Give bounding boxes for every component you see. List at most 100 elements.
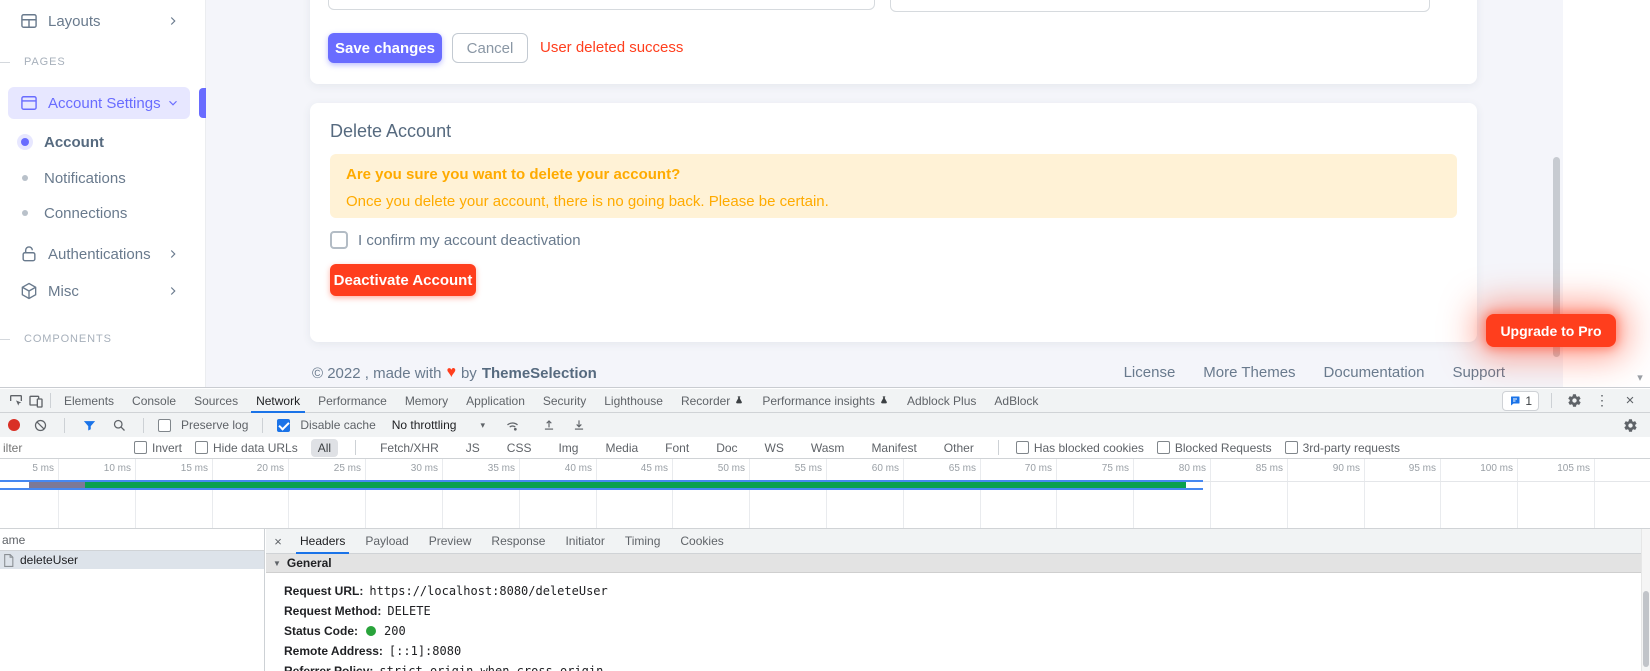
hide-data-urls-checkbox[interactable]: Hide data URLs — [195, 441, 298, 455]
details-tab-response[interactable]: Response — [481, 529, 555, 554]
warning-body: Once you delete your account, there is n… — [346, 193, 829, 210]
separator — [50, 393, 51, 408]
filter-funnel-icon[interactable] — [79, 415, 99, 435]
filter-type-js[interactable]: JS — [459, 439, 487, 457]
sidebar-item-account-settings[interactable]: Account Settings — [0, 86, 206, 120]
general-row-remote-address: Remote Address: [::1]:8080 — [284, 644, 462, 658]
filter-type-img[interactable]: Img — [551, 439, 585, 457]
devtools-tab-application[interactable]: Application — [457, 389, 534, 413]
close-details-icon[interactable]: × — [266, 534, 290, 549]
details-tab-cookies[interactable]: Cookies — [670, 529, 733, 554]
page-scrollbar-down-arrow[interactable]: ▾ — [1633, 371, 1647, 385]
device-toolbar-icon[interactable] — [26, 391, 46, 411]
preserve-log-label[interactable]: Preserve log — [181, 418, 248, 432]
chevron-down-icon — [166, 96, 180, 110]
footer-link-support[interactable]: Support — [1452, 364, 1505, 381]
has-blocked-cookies-checkbox[interactable]: Has blocked cookies — [1015, 441, 1144, 455]
details-tab-initiator[interactable]: Initiator — [555, 529, 614, 554]
devtools-tab-memory[interactable]: Memory — [396, 389, 457, 413]
devtools-tab-performance-insights[interactable]: Performance insights — [753, 389, 898, 413]
general-row-status-code: Status Code: 200 — [284, 624, 406, 638]
import-har-icon[interactable] — [539, 415, 559, 435]
invert-filter-checkbox[interactable]: Invert — [134, 441, 182, 455]
filter-type-fetch-xhr[interactable]: Fetch/XHR — [373, 439, 446, 457]
record-network-log-icon[interactable] — [8, 419, 20, 431]
devtools-tab-recorder[interactable]: Recorder — [672, 389, 753, 413]
devtools-tab-adblock[interactable]: AdBlock — [985, 389, 1047, 413]
filter-type-doc[interactable]: Doc — [709, 439, 744, 457]
devtools-tab-lighthouse[interactable]: Lighthouse — [595, 389, 672, 413]
disable-cache-checkbox[interactable] — [277, 418, 291, 432]
filter-type-css[interactable]: CSS — [500, 439, 539, 457]
separator — [1551, 393, 1552, 408]
filter-type-ws[interactable]: WS — [758, 439, 791, 457]
throttling-dropdown[interactable]: No throttling ▾ — [392, 418, 485, 432]
devtools-tab-elements[interactable]: Elements — [55, 389, 123, 413]
third-party-requests-checkbox[interactable]: 3rd-party requests — [1284, 441, 1400, 455]
devtools-tab-sources[interactable]: Sources — [185, 389, 247, 413]
overview-waterfall-bar[interactable] — [0, 480, 1203, 490]
filter-type-other[interactable]: Other — [937, 439, 981, 457]
footer-link-more-themes[interactable]: More Themes — [1203, 364, 1295, 381]
footer-link-license[interactable]: License — [1124, 364, 1176, 381]
upgrade-to-pro-button[interactable]: Upgrade to Pro — [1486, 314, 1616, 347]
inspect-element-icon[interactable] — [6, 391, 26, 411]
general-row-request-url: Request URL: https://localhost:8080/dele… — [284, 584, 608, 598]
sidebar-item-notifications[interactable]: Notifications — [0, 161, 206, 195]
search-icon[interactable] — [109, 415, 129, 435]
devtools-tab-performance[interactable]: Performance — [309, 389, 396, 413]
details-tab-headers[interactable]: Headers — [290, 529, 355, 554]
devtools-tab-adblock-plus[interactable]: Adblock Plus — [898, 389, 985, 413]
sidebar-item-account[interactable]: Account — [0, 125, 206, 159]
timeline-tick: 5 ms — [32, 463, 54, 474]
details-tab-payload[interactable]: Payload — [355, 529, 418, 554]
chevron-right-icon — [166, 247, 180, 261]
deactivate-account-button[interactable]: Deactivate Account — [330, 264, 476, 296]
filter-type-all[interactable]: All — [310, 438, 339, 457]
overview-request-segment — [29, 482, 85, 488]
timeline-tick: 30 ms — [410, 463, 438, 474]
filter-type-wasm[interactable]: Wasm — [804, 439, 852, 457]
sidebar-item-misc[interactable]: Misc — [0, 274, 206, 308]
details-tab-preview[interactable]: Preview — [419, 529, 482, 554]
confirm-checkbox[interactable] — [330, 231, 348, 249]
issues-counter-button[interactable]: 1 — [1502, 390, 1539, 411]
devtools-tab-network[interactable]: Network — [247, 389, 309, 413]
blocked-requests-checkbox[interactable]: Blocked Requests — [1156, 441, 1272, 455]
filter-type-media[interactable]: Media — [598, 439, 645, 457]
delete-account-card: Delete Account Are you sure you want to … — [310, 103, 1477, 342]
general-section-header[interactable]: ▼ General — [266, 554, 1641, 573]
form-input-left[interactable] — [328, 0, 875, 10]
preserve-log-checkbox[interactable] — [158, 418, 171, 432]
network-conditions-icon[interactable] — [503, 415, 523, 435]
devtools-scrollbar-thumb[interactable] — [1643, 591, 1649, 667]
filter-type-font[interactable]: Font — [658, 439, 696, 457]
timeline-tick: 60 ms — [871, 463, 899, 474]
close-devtools-icon[interactable]: × — [1620, 391, 1640, 411]
form-input-right[interactable] — [890, 0, 1430, 12]
save-button[interactable]: Save changes — [328, 33, 442, 63]
details-tab-timing[interactable]: Timing — [615, 529, 671, 554]
settings-gear-icon[interactable] — [1564, 391, 1584, 411]
brand-link[interactable]: ThemeSelection — [482, 365, 597, 382]
name-column-header[interactable]: ame — [0, 529, 264, 551]
clear-network-log-icon[interactable] — [30, 415, 50, 435]
network-settings-gear-icon[interactable] — [1620, 415, 1640, 435]
sidebar-item-layouts[interactable]: Layouts — [0, 4, 206, 38]
devtools-tab-console[interactable]: Console — [123, 389, 185, 413]
export-har-icon[interactable] — [569, 415, 589, 435]
filter-input[interactable] — [0, 438, 126, 457]
request-details-panel: × Headers Payload Preview Response Initi… — [266, 529, 1641, 671]
kebab-menu-icon[interactable]: ⋮ — [1592, 391, 1612, 411]
timeline-tick: 65 ms — [948, 463, 976, 474]
request-row-deleteuser[interactable]: deleteUser — [0, 551, 264, 569]
devtools-tab-security[interactable]: Security — [534, 389, 595, 413]
sidebar-item-label: Notifications — [44, 169, 126, 187]
sidebar-item-authentications[interactable]: Authentications — [0, 237, 206, 271]
cancel-button[interactable]: Cancel — [452, 33, 528, 63]
footer-link-documentation[interactable]: Documentation — [1324, 364, 1425, 381]
separator — [997, 440, 999, 455]
disable-cache-label[interactable]: Disable cache — [300, 418, 375, 432]
sidebar-item-connections[interactable]: Connections — [0, 196, 206, 230]
filter-type-manifest[interactable]: Manifest — [864, 439, 923, 457]
